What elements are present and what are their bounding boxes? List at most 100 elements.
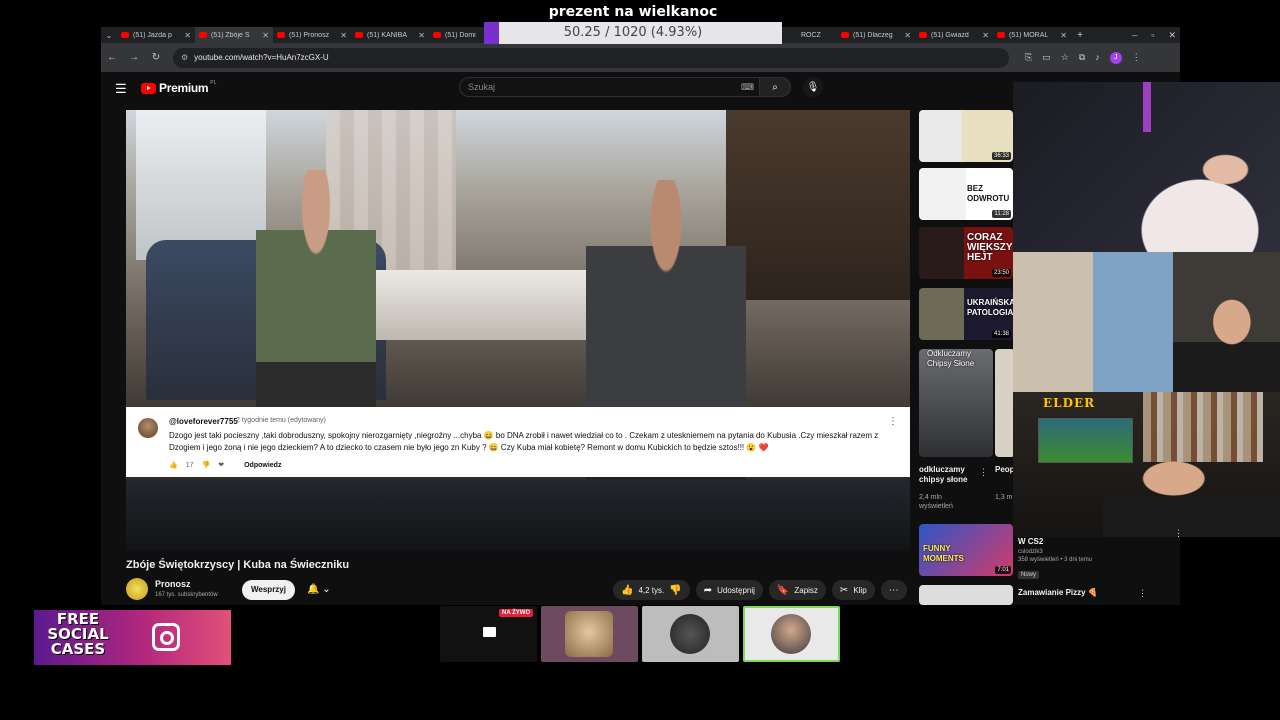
voice-search-button[interactable]: 🎙 — [803, 77, 823, 97]
youtube-logo[interactable]: Premium PL — [141, 80, 216, 95]
recommendation-title[interactable]: Zamawianie Pizzy 🍕 — [1018, 588, 1098, 597]
thumb-down-icon[interactable]: 👎 — [202, 461, 211, 469]
recommendation-thumbnail[interactable]: FUNNY MOMENTS 7:01 — [919, 524, 1013, 576]
comment-meta: 2 tygodnie temu (edytowany) — [236, 417, 326, 424]
close-tab-icon[interactable]: ✕ — [340, 31, 347, 40]
translate-icon[interactable]: ⎘ — [1025, 52, 1032, 64]
tab-6[interactable]: (51) Dlaczeg ✕ — [837, 27, 915, 43]
browser-menu-icon[interactable]: ⋮ — [1132, 52, 1141, 64]
recommendation-thumbnail[interactable]: BEZ ODWROTU 11:28 — [919, 168, 1013, 220]
thumbnail-text: UKRAIŃSKA PATOLOGIA — [967, 298, 1013, 317]
tab-label: ROCZ — [801, 31, 821, 39]
save-button[interactable]: 🔖 Zapisz — [768, 580, 826, 600]
media-icon[interactable]: ♪ — [1095, 52, 1100, 64]
close-tab-icon[interactable]: ✕ — [982, 31, 989, 40]
video-duration: 23:50 — [991, 269, 1011, 277]
video-player[interactable] — [126, 110, 910, 551]
url-field[interactable]: ⚙ youtube.com/watch?v=HuAn7zcGX-U — [173, 47, 1009, 68]
tab-8[interactable]: (51) MORAL ✕ — [993, 27, 1071, 43]
share-label: Udostępnij — [717, 585, 755, 595]
goal-progress-text: 50.25 / 1020 (4.93%) — [563, 25, 703, 40]
tab-1[interactable]: (51) Zbóje Ś ✕ — [195, 27, 273, 43]
more-actions-button[interactable]: ⋯ — [880, 580, 907, 600]
tab-7[interactable]: (51) Gwiazd ✕ — [915, 27, 993, 43]
extensions-icon[interactable]: ⧉ — [1079, 52, 1085, 64]
close-tab-icon[interactable]: ✕ — [418, 31, 425, 40]
close-window-icon[interactable]: ✕ — [1168, 30, 1176, 41]
close-tab-icon[interactable]: ✕ — [1060, 31, 1067, 40]
thumb-up-icon[interactable]: 👍 — [169, 461, 178, 469]
back-icon[interactable]: ← — [101, 52, 123, 63]
share-button[interactable]: ➦ Udostępnij — [695, 580, 763, 600]
webcam-2-person — [1173, 292, 1280, 392]
participant-tile[interactable] — [541, 606, 638, 662]
close-tab-icon[interactable]: ✕ — [184, 31, 191, 40]
hamburger-icon[interactable]: ☰ — [115, 81, 127, 97]
recommendation-thumbnail[interactable]: UKRAIŃSKA PATOLOGIA 41:38 — [919, 288, 1013, 340]
video-scene-floor — [126, 480, 910, 551]
recommendation-info: W CS2 cslodzik3 358 wyświetleń • 3 dni t… — [1013, 537, 1153, 581]
participant-tile[interactable] — [642, 606, 739, 662]
thumbnail-text: Odkluczamy Chipsy Słone — [927, 349, 975, 368]
mic-icon: 🎙 — [806, 81, 820, 93]
comment-avatar[interactable] — [138, 418, 158, 438]
site-info-icon[interactable]: ⚙ — [181, 53, 188, 62]
notification-button[interactable]: 🔔 ⌄ — [299, 580, 339, 600]
youtube-favicon-icon — [199, 32, 207, 38]
recommendation-title[interactable]: Peop Actu — [995, 465, 1015, 475]
forward-icon[interactable]: → — [123, 52, 145, 63]
clip-button[interactable]: ✂ Klip — [831, 580, 875, 600]
new-tab-icon[interactable]: + — [1071, 30, 1089, 41]
recommendation-thumbnail[interactable]: CORAZ WIĘKSZY HEJT 23:50 — [919, 227, 1013, 279]
chevron-down-icon: ⌄ — [322, 584, 331, 595]
profile-avatar-icon[interactable]: J — [1109, 51, 1122, 64]
video-scene-shelf — [726, 110, 910, 300]
star-icon[interactable]: ☆ — [1061, 52, 1069, 64]
video-title: Zbóje Świętokrzyscy | Kuba na Świeczniku — [126, 559, 350, 571]
participant-tile-speaking[interactable] — [743, 606, 840, 662]
close-tab-icon[interactable]: ✕ — [262, 31, 269, 40]
recommendation-thumbnail[interactable]: 36:33 — [919, 110, 1013, 162]
tab-2[interactable]: (51) Pronosz ✕ — [273, 27, 351, 43]
recommendation-thumbnail[interactable] — [919, 585, 1013, 605]
channel-name[interactable]: Pronosz — [155, 579, 191, 589]
recommendation-more-icon[interactable]: ⋮ — [1174, 528, 1183, 539]
comment-text: Dzogo jest taki pocieszny ,taki dobrodus… — [169, 431, 879, 452]
support-button[interactable]: Wesprzyj — [242, 580, 295, 600]
comment-more-icon[interactable]: ⋮ — [888, 416, 898, 427]
comment-author[interactable]: @loveforever7755 — [169, 417, 238, 426]
cast-icon[interactable]: ▭ — [1042, 52, 1051, 64]
tab-0[interactable]: (51) Jazda p ✕ — [117, 27, 195, 43]
thumb-up-icon: 👍 — [621, 584, 634, 596]
video-duration: 11:28 — [992, 210, 1011, 218]
participant-tile-screen[interactable]: NA ŻYWO — [440, 606, 537, 662]
tab-search-icon[interactable]: ⌄ — [101, 31, 117, 40]
like-count: 4,2 tys. — [638, 585, 665, 595]
recommendation-more-icon[interactable]: ⋮ — [979, 467, 988, 478]
keyboard-icon[interactable]: ⌨ — [741, 82, 754, 93]
recommendation-more-icon[interactable]: ⋮ — [1138, 588, 1147, 599]
minimize-icon[interactable]: – — [1132, 30, 1137, 40]
tab-label: (51) KANIBA — [367, 31, 408, 39]
search-input[interactable] — [459, 77, 759, 97]
maximize-icon[interactable]: ▫ — [1151, 30, 1154, 40]
reload-icon[interactable]: ↻ — [145, 52, 167, 63]
url-text: youtube.com/watch?v=HuAn7zcGX-U — [194, 53, 329, 62]
thumbnail-text: BEZ ODWROTU — [967, 184, 1010, 203]
webcam-3-person — [1103, 447, 1280, 537]
channel-avatar[interactable] — [126, 578, 148, 600]
participant-avatar — [771, 614, 811, 654]
extension-icons: ⎘ ▭ ☆ ⧉ ♪ J ⋮ — [1025, 51, 1141, 64]
recommendation-title[interactable]: W CS2 — [1018, 537, 1153, 546]
search-button[interactable]: ⌕ — [759, 77, 791, 97]
video-duration: 41:38 — [991, 330, 1011, 338]
promo-banner: FREE SOCIAL CASES — [34, 610, 231, 665]
reply-button[interactable]: Odpowiedz — [244, 462, 281, 469]
close-tab-icon[interactable]: ✕ — [904, 31, 911, 40]
like-button[interactable]: 👍 4,2 tys. 👎 — [613, 580, 690, 600]
recommendation-thumbnail[interactable] — [995, 349, 1015, 457]
tab-3[interactable]: (51) KANIBA ✕ — [351, 27, 429, 43]
recommendation-channel[interactable]: cslodzik3 — [1018, 549, 1153, 555]
recommendation-thumbnail[interactable]: Odkluczamy Chipsy Słone — [919, 349, 993, 457]
thumb-down-icon[interactable]: 👎 — [669, 585, 681, 596]
